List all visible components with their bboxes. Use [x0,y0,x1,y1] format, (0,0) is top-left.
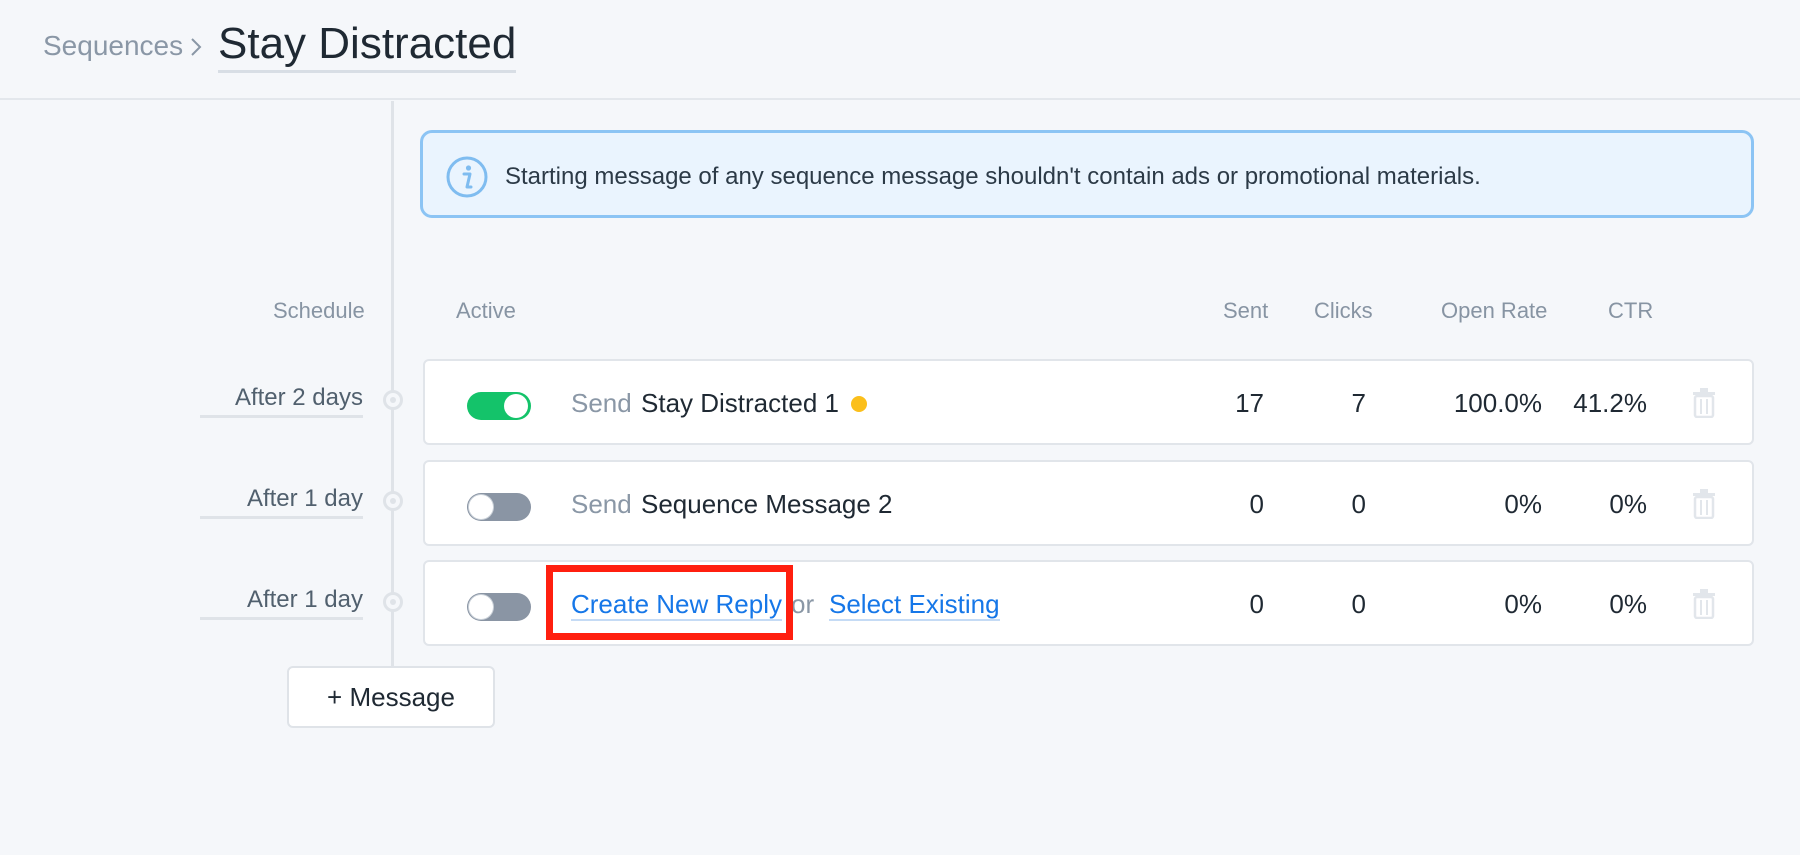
trash-icon[interactable] [1692,388,1716,418]
open-rate-value: 0% [1504,489,1542,519]
info-icon [446,156,488,198]
sent-count: 0 [1249,489,1264,519]
or-label: or [791,589,815,619]
open-rate-value: 0% [1504,589,1542,619]
ctr-value: 0% [1609,489,1647,519]
timeline-node [383,491,403,511]
column-header-sent: Sent [1223,298,1269,323]
info-notice-text: Starting message of any sequence message… [505,163,1481,190]
chevron-right-icon [191,38,202,56]
page-header: Sequences Stay Distracted [0,0,1800,100]
open-rate-value: 100.0% [1453,388,1542,418]
page-title[interactable]: Stay Distracted [218,18,517,73]
clicks-count: 0 [1351,589,1366,619]
active-toggle[interactable] [467,593,531,621]
ctr-value: 0% [1609,589,1647,619]
add-message-button[interactable]: + Message [287,666,495,728]
active-toggle[interactable] [467,392,531,420]
info-notice: Starting message of any sequence message… [420,130,1754,218]
trash-icon[interactable] [1692,589,1716,619]
sequence-row: Send Stay Distracted 1 17 7 100.0% 41.2% [423,359,1754,445]
trash-icon[interactable] [1692,489,1716,519]
column-header-active: Active [456,298,516,323]
sequence-row: Send Sequence Message 2 0 0 0% 0% [423,460,1754,546]
clicks-count: 7 [1351,388,1366,418]
sent-count: 17 [1235,388,1264,418]
timeline-node [383,592,403,612]
column-header-ctr: CTR [1608,298,1654,323]
column-header-clicks: Clicks [1314,298,1373,323]
sent-count: 0 [1249,589,1264,619]
active-toggle[interactable] [467,493,531,521]
schedule-delay-link[interactable]: After 2 days [200,381,363,418]
send-label: Send [571,489,632,519]
send-label: Send [571,388,632,418]
message-name-link[interactable]: Sequence Message 2 [641,489,893,520]
schedule-delay-link[interactable]: After 1 day [200,583,363,620]
clicks-count: 0 [1351,489,1366,519]
ctr-value: 41.2% [1573,388,1647,418]
message-name-link[interactable]: Stay Distracted 1 [641,388,839,419]
select-existing-link[interactable]: Select Existing [829,589,1000,621]
column-header-open-rate: Open Rate [1441,298,1548,323]
timeline-line [391,101,394,667]
status-dot [851,396,867,412]
timeline-node [383,390,403,410]
schedule-delay-link[interactable]: After 1 day [200,482,363,519]
highlight-box [546,565,793,640]
column-header-schedule: Schedule [273,298,365,323]
breadcrumb-sequences-link[interactable]: Sequences [43,30,183,62]
